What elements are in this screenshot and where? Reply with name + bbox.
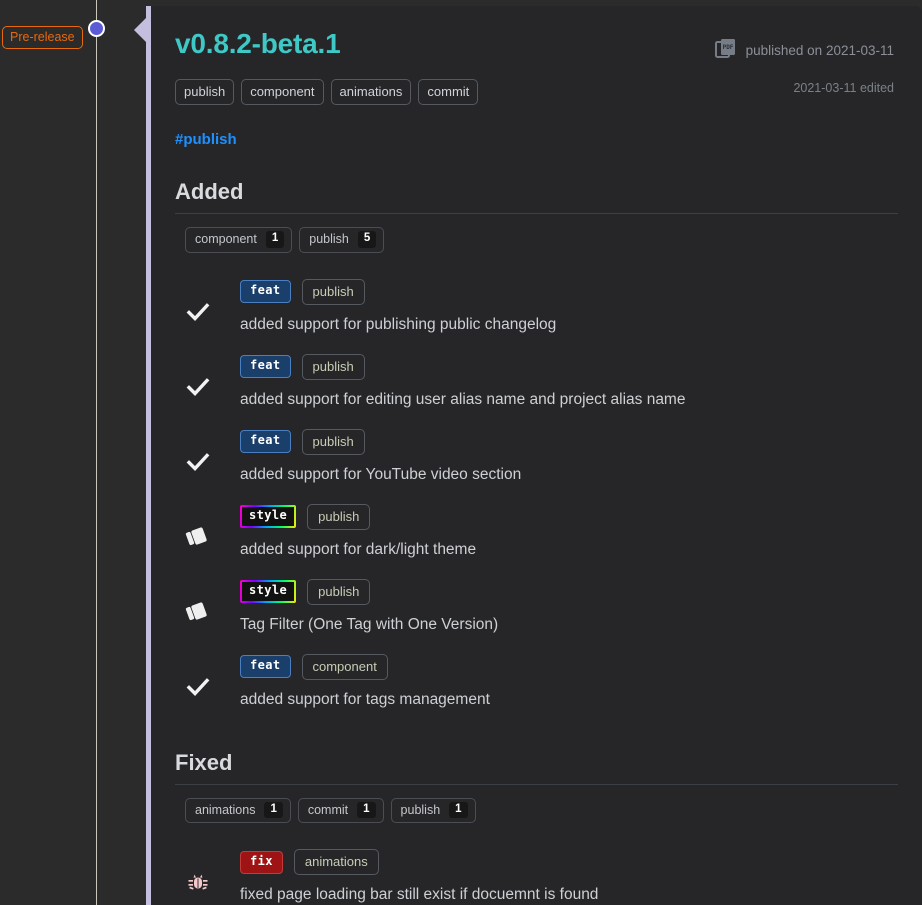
commit-scope-tag[interactable]: publish bbox=[307, 578, 371, 605]
pdf-icon[interactable]: PDF bbox=[714, 37, 737, 64]
release-header: v0.8.2-beta.1 PDF published on 2021-03-1… bbox=[175, 28, 894, 95]
check-icon bbox=[181, 299, 215, 325]
list-item[interactable]: style publish added support for dark/lig… bbox=[175, 495, 894, 570]
release-card: v0.8.2-beta.1 PDF published on 2021-03-1… bbox=[146, 6, 922, 905]
stat-pill[interactable]: component 1 bbox=[185, 227, 293, 253]
commit-message: added support for editing user alias nam… bbox=[240, 390, 686, 408]
timeline-dot-icon bbox=[88, 20, 105, 37]
check-icon bbox=[181, 374, 215, 400]
commit-type-badge[interactable]: feat bbox=[240, 430, 291, 454]
check-icon bbox=[181, 449, 215, 475]
stat-count: 1 bbox=[357, 801, 376, 819]
section-added: Added component 1 publish 5 feat publish… bbox=[175, 179, 898, 720]
changelog-page: Pre-release v0.8.2-beta.1 PDF published … bbox=[0, 0, 922, 905]
commit-message: added support for tags management bbox=[240, 690, 490, 708]
commit-scope-tag[interactable]: animations bbox=[293, 849, 379, 876]
section-divider bbox=[175, 213, 898, 215]
stat-name: publish bbox=[400, 802, 441, 817]
list-item[interactable]: feat publish added support for publishin… bbox=[175, 270, 894, 345]
commit-type-badge[interactable]: feat bbox=[240, 655, 291, 679]
entry-list: feat publish added support for publishin… bbox=[175, 270, 894, 720]
commit-type-badge[interactable]: style bbox=[240, 580, 296, 603]
bug-icon bbox=[181, 869, 215, 895]
commit-message: added support for YouTube video section bbox=[240, 465, 522, 483]
list-item[interactable]: fix animations fixed page loading bar st… bbox=[175, 840, 894, 905]
commit-type-badge[interactable]: feat bbox=[240, 355, 291, 379]
commit-type-badge[interactable]: feat bbox=[240, 280, 291, 304]
commit-type-badge[interactable]: fix bbox=[240, 850, 283, 874]
commit-scope-tag[interactable]: publish bbox=[307, 503, 371, 530]
cards-icon bbox=[181, 524, 215, 550]
stat-name: animations bbox=[195, 802, 256, 817]
stat-pill[interactable]: publish 1 bbox=[390, 797, 476, 824]
section-divider bbox=[175, 783, 898, 785]
stat-name: commit bbox=[307, 802, 349, 817]
entry-list: fix animations fixed page loading bar st… bbox=[175, 840, 894, 905]
check-icon bbox=[181, 674, 215, 700]
release-meta: PDF published on 2021-03-11 2021-03-11 e… bbox=[714, 37, 894, 95]
svg-text:PDF: PDF bbox=[722, 44, 733, 51]
stat-count: 1 bbox=[449, 801, 468, 819]
commit-scope-tag[interactable]: component bbox=[301, 653, 388, 680]
stat-count: 1 bbox=[265, 231, 285, 248]
stat-count: 1 bbox=[264, 801, 283, 819]
hash-link[interactable]: #publish bbox=[175, 131, 237, 148]
stat-pill[interactable]: publish 5 bbox=[299, 227, 385, 253]
commit-message: fixed page loading bar still exist if do… bbox=[240, 886, 599, 904]
stat-name: component bbox=[195, 232, 257, 247]
commit-type-badge[interactable]: style bbox=[240, 505, 296, 528]
version-tag[interactable]: publish bbox=[175, 79, 235, 106]
stat-pill[interactable]: commit 1 bbox=[297, 797, 384, 824]
published-date: published on 2021-03-11 bbox=[745, 43, 894, 58]
section-title: Added bbox=[175, 179, 244, 205]
section-fixed: Fixed animations 1 commit 1 publish 1 fi… bbox=[175, 749, 898, 905]
list-item[interactable]: feat publish added support for YouTube v… bbox=[175, 420, 894, 495]
stat-pill[interactable]: animations 1 bbox=[185, 797, 291, 824]
section-stat-list: component 1 publish 5 bbox=[175, 227, 894, 253]
commit-scope-tag[interactable]: publish bbox=[301, 353, 365, 380]
version-tag[interactable]: component bbox=[241, 79, 324, 106]
list-item[interactable]: feat publish added support for editing u… bbox=[175, 345, 894, 420]
section-title: Fixed bbox=[175, 749, 233, 775]
list-item[interactable]: style publish Tag Filter (One Tag with O… bbox=[175, 570, 894, 645]
section-stat-list: animations 1 commit 1 publish 1 bbox=[175, 797, 894, 824]
list-item[interactable]: feat component added support for tags ma… bbox=[175, 645, 894, 720]
timeline-rail bbox=[96, 0, 97, 905]
card-pointer-arrow bbox=[134, 17, 147, 43]
commit-message: added support for publishing public chan… bbox=[240, 315, 557, 333]
commit-message: added support for dark/light theme bbox=[240, 540, 477, 558]
cards-icon bbox=[181, 599, 215, 625]
edited-date: 2021-03-11 edited bbox=[793, 81, 894, 95]
stat-name: publish bbox=[309, 232, 349, 247]
version-tag[interactable]: commit bbox=[418, 79, 479, 106]
stat-count: 5 bbox=[357, 231, 377, 248]
commit-message: Tag Filter (One Tag with One Version) bbox=[240, 615, 499, 633]
prerelease-badge[interactable]: Pre-release bbox=[2, 26, 83, 49]
commit-scope-tag[interactable]: publish bbox=[301, 278, 365, 305]
commit-scope-tag[interactable]: publish bbox=[301, 428, 365, 455]
version-tag[interactable]: animations bbox=[330, 79, 412, 106]
